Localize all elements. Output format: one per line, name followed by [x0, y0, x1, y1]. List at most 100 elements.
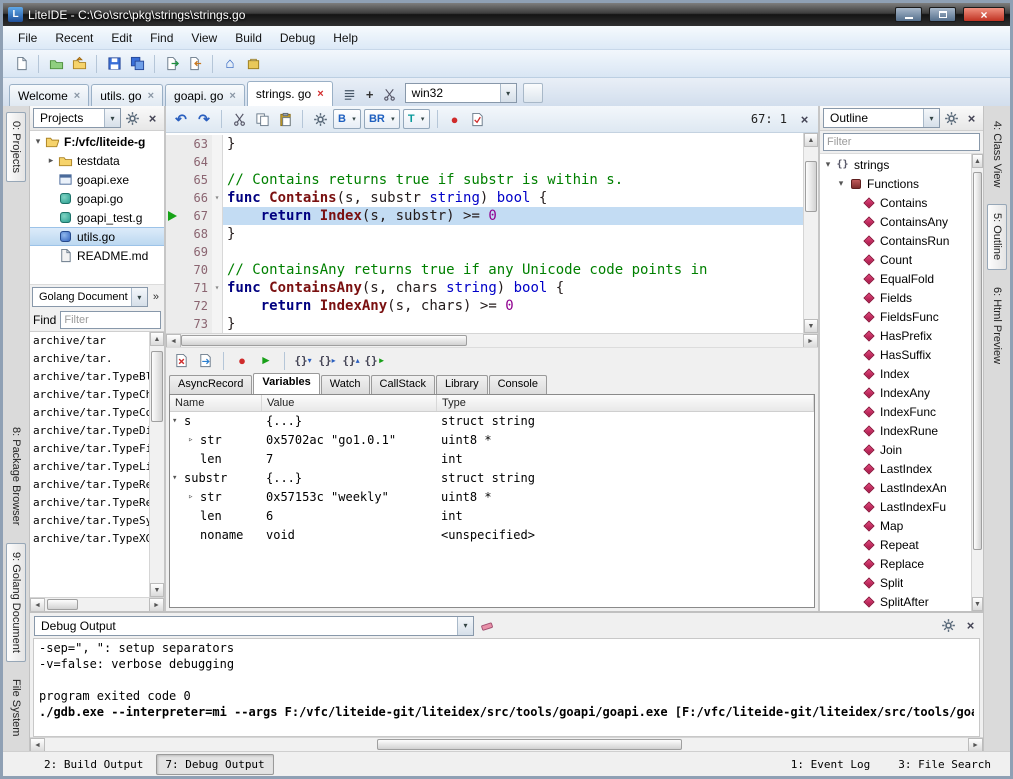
variable-row-substr[interactable]: ▾substr{...}struct string — [170, 469, 814, 488]
file-list-icon[interactable] — [341, 85, 359, 103]
target-combo[interactable]: win32 ▾ — [405, 83, 517, 103]
doc-list-item[interactable]: archive/tar.TypeLin — [30, 458, 149, 476]
outline-item-functions[interactable]: ▾Functions — [820, 174, 971, 193]
scroll-track[interactable] — [45, 598, 149, 611]
outline-item-indexfunc[interactable]: IndexFunc — [820, 402, 971, 421]
editor-tab-welcome[interactable]: Welcome× — [9, 84, 89, 106]
menu-view[interactable]: View — [182, 27, 226, 49]
project-item-readme-md[interactable]: README.md — [30, 246, 164, 265]
gutter-marker[interactable] — [166, 243, 180, 261]
code-line-68[interactable]: 68} — [166, 225, 803, 243]
menu-recent[interactable]: Recent — [46, 27, 102, 49]
code-line-72[interactable]: 72 return IndexAny(s, chars) >= 0 — [166, 297, 803, 315]
outline-item-lastindexfu[interactable]: LastIndexFu — [820, 497, 971, 516]
project-item-utils-go[interactable]: utils.go — [30, 227, 164, 246]
more-button[interactable]: » — [150, 291, 162, 303]
build-button[interactable]: B▾ — [333, 109, 361, 129]
column-header-value[interactable]: Value — [262, 395, 437, 411]
code-text[interactable]: } — [223, 135, 803, 153]
expander-icon[interactable]: ▾ — [32, 136, 44, 147]
golang-document-combo[interactable]: Golang Document ▾ — [32, 287, 148, 307]
code-text[interactable]: } — [223, 225, 803, 243]
current-line-arrow-icon[interactable] — [166, 207, 180, 225]
tab-close-icon[interactable]: × — [229, 90, 235, 102]
outline-item-hasprefix[interactable]: HasPrefix — [820, 326, 971, 345]
doc-list-horizontal-scrollbar[interactable]: ◄ ► — [30, 597, 164, 611]
scroll-thumb[interactable] — [151, 351, 163, 422]
import-icon[interactable] — [185, 54, 205, 74]
expander-icon[interactable]: ▹ — [188, 431, 200, 450]
outline-item-fieldsfunc[interactable]: FieldsFunc — [820, 307, 971, 326]
debug-output-combo[interactable]: Debug Output ▾ — [34, 616, 474, 636]
fold-marker-icon[interactable]: ▾ — [212, 279, 223, 297]
environment-icon[interactable] — [243, 54, 263, 74]
fold-column[interactable] — [212, 207, 223, 225]
undo-icon[interactable]: ↶ — [171, 109, 191, 129]
project-item-testdata[interactable]: ▸testdata — [30, 151, 164, 170]
outline-vertical-scrollbar[interactable]: ▲ ▼ — [971, 154, 983, 611]
status-button-1-event-log[interactable]: 1: Event Log — [782, 754, 879, 775]
menu-find[interactable]: Find — [141, 27, 182, 49]
outline-item-fields[interactable]: Fields — [820, 288, 971, 307]
gear-icon[interactable] — [940, 617, 957, 634]
combo-arrow-icon[interactable]: ▾ — [500, 84, 516, 102]
close-button[interactable]: × — [963, 7, 1005, 22]
gear-icon[interactable] — [124, 110, 141, 127]
editor-tab-utils-go[interactable]: utils. go× — [91, 84, 163, 106]
build-config-icon[interactable] — [310, 109, 330, 129]
outline-item-join[interactable]: Join — [820, 440, 971, 459]
code-text[interactable]: return IndexAny(s, chars) >= 0 — [223, 297, 803, 315]
scroll-thumb[interactable] — [181, 335, 467, 346]
side-tab-file-system[interactable]: File System — [6, 670, 26, 745]
outline-item-splitafter[interactable]: SplitAfter — [820, 592, 971, 611]
variable-row-noname[interactable]: nonamevoid<unspecified> — [170, 526, 814, 545]
variable-row-str[interactable]: ▹str0x5702ac "go1.0.1"uint8 * — [170, 431, 814, 450]
fold-column[interactable] — [212, 225, 223, 243]
fold-column[interactable] — [212, 297, 223, 315]
debug-tab-library[interactable]: Library — [436, 375, 488, 394]
code-text[interactable]: // Contains returns true if substr is wi… — [223, 171, 803, 189]
step-into-icon[interactable]: {}▾ — [293, 351, 313, 371]
side-tab-8-package-browser[interactable]: 8: Package Browser — [6, 418, 26, 534]
code-line-67[interactable]: 67 return Index(s, substr) >= 0 — [166, 207, 803, 225]
paste-icon[interactable] — [275, 109, 295, 129]
close-panel-icon[interactable]: × — [963, 110, 980, 127]
copy-icon[interactable] — [252, 109, 272, 129]
scroll-thumb[interactable] — [973, 172, 982, 550]
combo-arrow-icon[interactable]: ▾ — [131, 288, 147, 306]
menu-edit[interactable]: Edit — [102, 27, 141, 49]
scroll-thumb[interactable] — [805, 161, 817, 213]
code-line-70[interactable]: 70// ContainsAny returns true if any Uni… — [166, 261, 803, 279]
close-split-icon[interactable] — [381, 85, 399, 103]
fold-marker-icon[interactable]: ▾ — [212, 189, 223, 207]
outline-item-repeat[interactable]: Repeat — [820, 535, 971, 554]
outline-item-hassuffix[interactable]: HasSuffix — [820, 345, 971, 364]
project-item-goapi-test-g[interactable]: goapi_test.g — [30, 208, 164, 227]
debug-output-text[interactable]: -sep=", ": setup separators-v=false: ver… — [33, 638, 980, 737]
side-tab-0-projects[interactable]: 0: Projects — [6, 112, 26, 182]
doc-list-item[interactable]: archive/tar — [30, 332, 149, 350]
code-area[interactable]: 63}6465// Contains returns true if subst… — [166, 133, 803, 333]
code-editor[interactable]: 63}6465// Contains returns true if subst… — [166, 133, 818, 333]
outline-combo[interactable]: Outline ▾ — [823, 108, 940, 128]
outline-item-count[interactable]: Count — [820, 250, 971, 269]
combo-arrow-icon[interactable]: ▾ — [457, 617, 473, 635]
debug-tab-asyncrecord[interactable]: AsyncRecord — [169, 375, 252, 394]
fold-column[interactable] — [212, 135, 223, 153]
outline-item-indexrune[interactable]: IndexRune — [820, 421, 971, 440]
gutter-marker[interactable] — [166, 315, 180, 333]
save-file-icon[interactable] — [104, 54, 124, 74]
side-tab-6-html-preview[interactable]: 6: Html Preview — [987, 278, 1007, 373]
gutter-marker[interactable] — [166, 135, 180, 153]
tab-close-icon[interactable]: × — [148, 90, 154, 102]
dropdown-arrow-icon[interactable]: ▾ — [388, 115, 398, 123]
tab-close-icon[interactable]: × — [74, 90, 80, 102]
outline-item-contains[interactable]: Contains — [820, 193, 971, 212]
outline-item-equalfold[interactable]: EqualFold — [820, 269, 971, 288]
side-tab-5-outline[interactable]: 5: Outline — [987, 204, 1007, 269]
step-over-icon[interactable]: {}▸ — [317, 351, 337, 371]
variable-row-str[interactable]: ▹str0x57153c "weekly"uint8 * — [170, 488, 814, 507]
editor-vertical-scrollbar[interactable]: ▲ ▼ — [803, 133, 818, 333]
doc-list-item[interactable]: archive/tar.TypeFif — [30, 440, 149, 458]
scroll-right-icon[interactable]: ► — [803, 334, 818, 348]
